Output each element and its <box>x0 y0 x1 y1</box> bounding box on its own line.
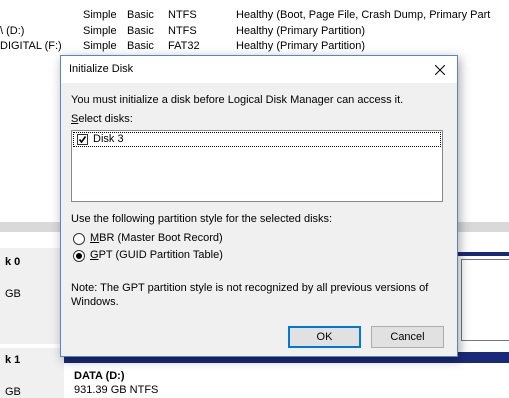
disk-size: GB <box>5 288 21 300</box>
checkmark-icon <box>78 136 87 144</box>
volume-layout: Simple <box>83 25 117 37</box>
volume-type: Basic <box>127 40 154 52</box>
volume-name: \ (D:) <box>0 25 25 37</box>
radio-selected-dot <box>76 253 82 259</box>
disk-1-partition-data[interactable]: DATA (D:) 931.39 GB NTFS <box>68 366 509 398</box>
disk-item-label: Disk 3 <box>93 133 124 145</box>
partition-style-label: Use the following partition style for th… <box>71 213 333 225</box>
ok-button[interactable]: OK <box>288 326 361 348</box>
disk-0-label[interactable]: k 0 GB <box>0 248 64 344</box>
disk-management-window: Simple Basic NTFS Healthy (Boot, Page Fi… <box>0 0 509 398</box>
gpt-label-text: PT (GUID Partition Table) <box>98 249 223 261</box>
disk-checkbox[interactable] <box>77 134 88 145</box>
partition-frame <box>461 259 509 341</box>
close-icon <box>435 65 445 75</box>
mbr-radio-label[interactable]: MBR (Master Boot Record) <box>90 232 223 244</box>
gpt-radio[interactable] <box>73 250 85 262</box>
volume-filesystem: FAT32 <box>168 40 200 52</box>
volume-status: Healthy (Primary Partition) <box>236 25 365 37</box>
initialize-disk-dialog: Initialize Disk You must initialize a di… <box>60 55 458 357</box>
list-item[interactable]: Disk 3 <box>73 132 441 147</box>
volume-type: Basic <box>127 9 154 21</box>
volume-filesystem: NTFS <box>168 9 197 21</box>
gpt-radio-label[interactable]: GPT (GUID Partition Table) <box>90 249 223 261</box>
volume-status: Healthy (Primary Partition) <box>236 40 365 52</box>
mbr-label-text: BR (Master Boot Record) <box>99 232 223 244</box>
cancel-button[interactable]: Cancel <box>371 326 444 348</box>
mbr-radio[interactable] <box>73 233 85 245</box>
disk-0-partition[interactable] <box>458 252 509 344</box>
mbr-accesskey: M <box>90 232 100 244</box>
select-disks-label-text: elect disks: <box>78 113 133 125</box>
volume-type: Basic <box>127 25 154 37</box>
disk-name: k 1 <box>5 354 21 366</box>
gpt-note-line-2: Windows. <box>71 296 119 308</box>
dialog-title: Initialize Disk <box>69 63 134 75</box>
select-disks-label: Select disks: <box>71 113 133 125</box>
disk-size: GB <box>5 386 21 398</box>
volume-filesystem: NTFS <box>168 25 197 37</box>
intro-text: You must initialize a disk before Logica… <box>71 94 404 106</box>
disk-listbox[interactable]: Disk 3 <box>71 130 443 202</box>
close-button[interactable] <box>423 56 457 83</box>
volume-name: DIGITAL (F:) <box>0 40 62 52</box>
disk-name: k 0 <box>5 256 21 268</box>
volume-layout: Simple <box>83 40 117 52</box>
volume-status: Healthy (Boot, Page File, Crash Dump, Pr… <box>236 9 491 21</box>
gpt-accesskey: G <box>90 249 99 261</box>
volume-layout: Simple <box>83 9 117 21</box>
partition-name: DATA (D:) <box>74 370 125 382</box>
gpt-note-line-1: Note: The GPT partition style is not rec… <box>71 282 429 294</box>
partition-detail: 931.39 GB NTFS <box>74 384 159 396</box>
disk-1-label[interactable]: k 1 GB <box>0 348 64 398</box>
dialog-titlebar[interactable]: Initialize Disk <box>61 56 457 83</box>
